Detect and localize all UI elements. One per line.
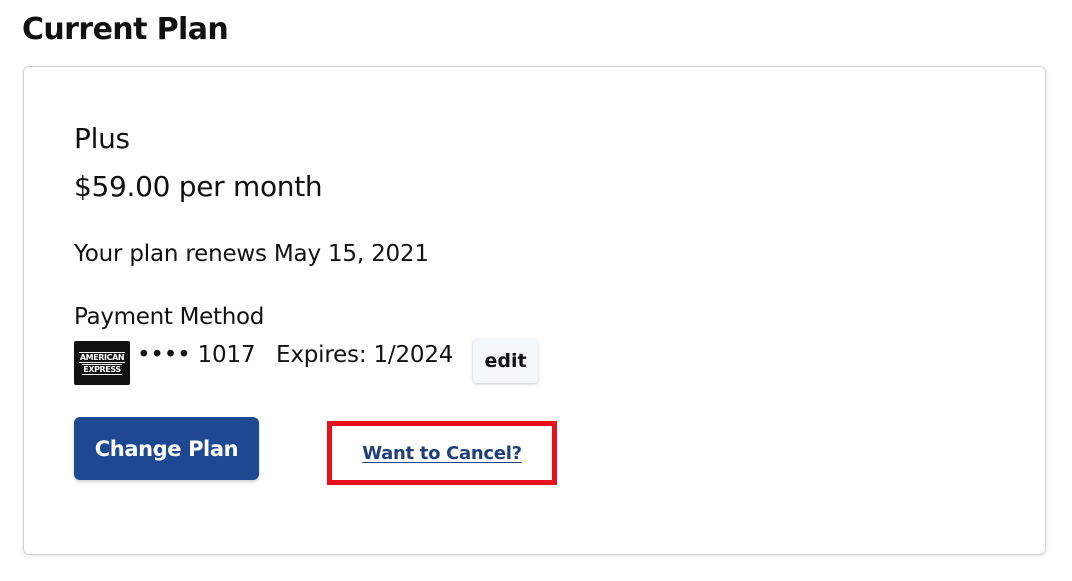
card-expiry: Expires: 1/2024 <box>276 342 454 368</box>
card-number-masked: •••• 1017 <box>137 342 256 368</box>
cancel-highlight-box: Want to Cancel? <box>327 421 557 485</box>
edit-payment-button[interactable]: edit <box>473 339 538 383</box>
want-to-cancel-link[interactable]: Want to Cancel? <box>362 443 522 464</box>
current-plan-card: Plus $59.00 per month Your plan renews M… <box>23 66 1046 555</box>
change-plan-button[interactable]: Change Plan <box>74 417 259 480</box>
amex-card-icon: AMERICAN EXPRESS <box>74 341 130 385</box>
card-brand-line-1: AMERICAN <box>78 351 126 363</box>
plan-price: $59.00 per month <box>74 170 323 203</box>
plan-renewal-date: Your plan renews May 15, 2021 <box>74 241 429 267</box>
card-brand-line-2: EXPRESS <box>82 363 122 375</box>
payment-method-heading: Payment Method <box>74 304 265 330</box>
page-title: Current Plan <box>22 12 229 47</box>
plan-name: Plus <box>74 122 130 155</box>
